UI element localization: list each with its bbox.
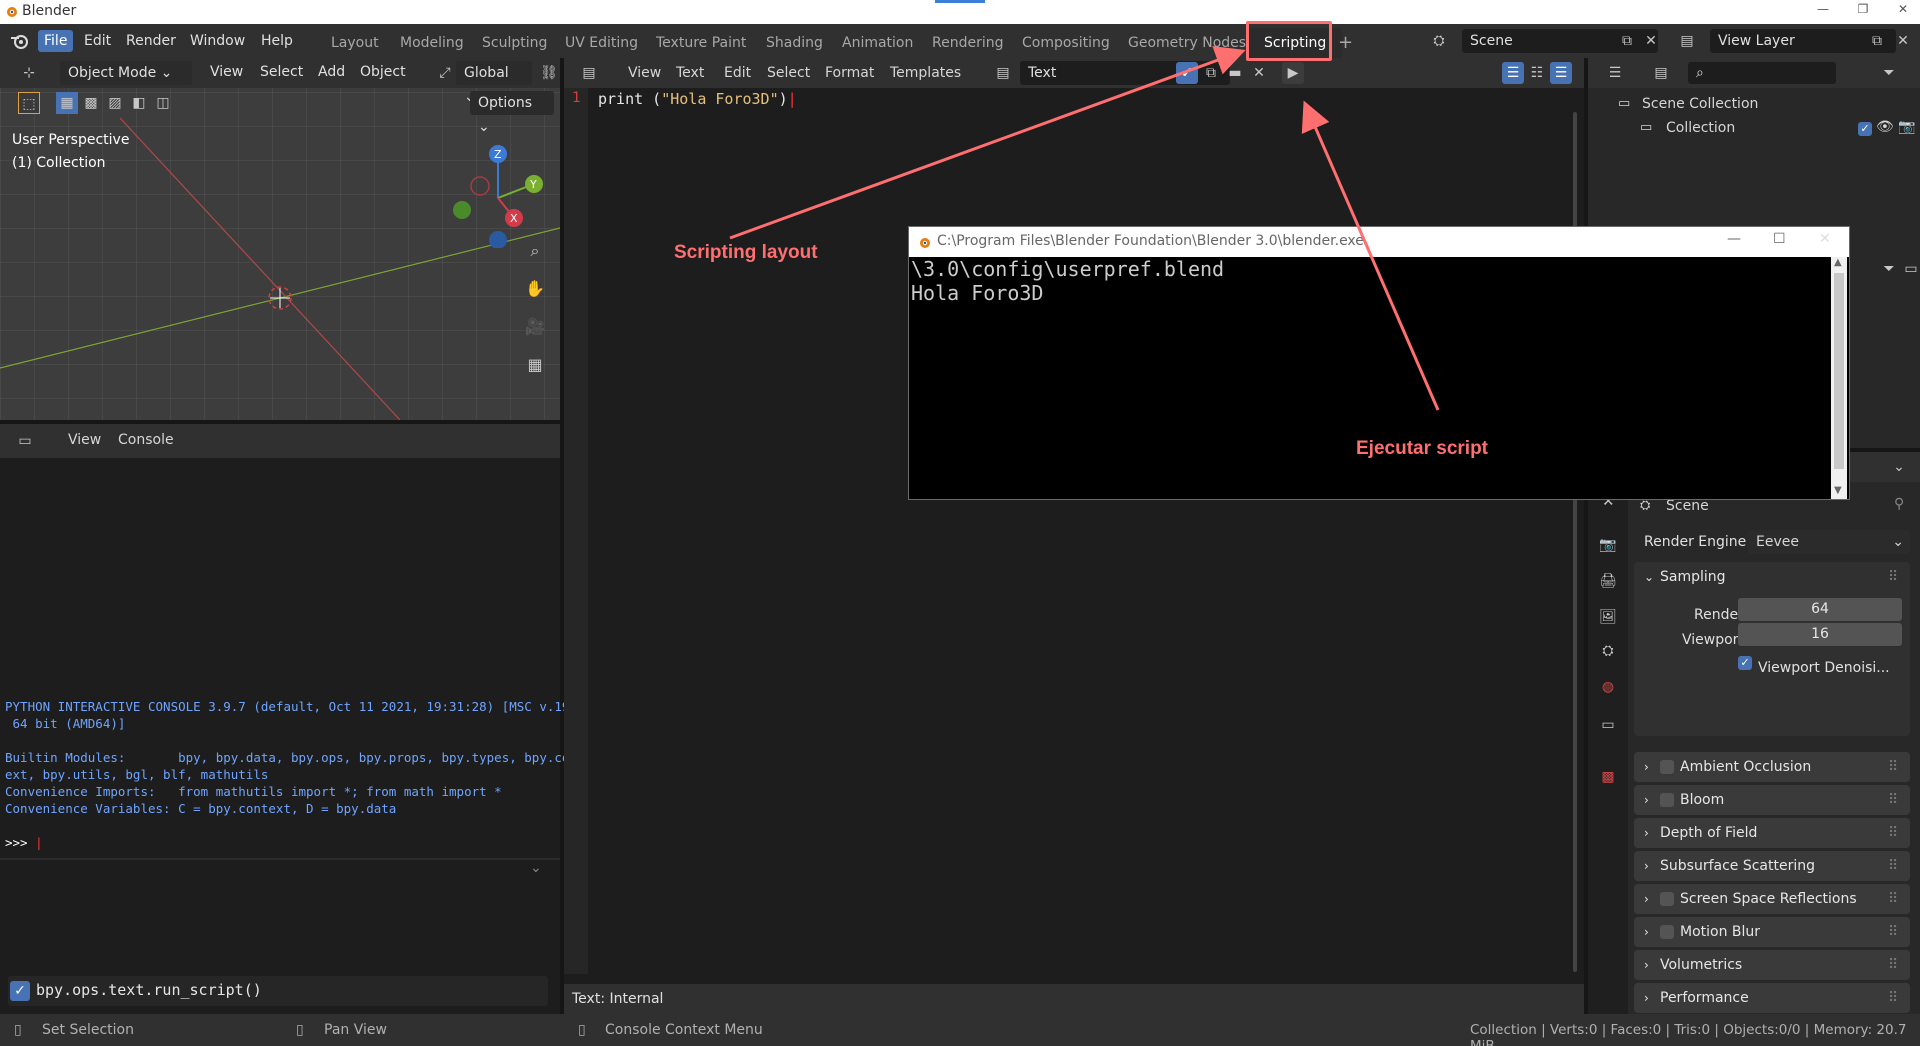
annotation-arrows xyxy=(729,46,1440,411)
annotation-run-script: Ejecutar script xyxy=(1356,438,1488,459)
annotation-scripting-layout: Scripting layout xyxy=(674,242,818,263)
